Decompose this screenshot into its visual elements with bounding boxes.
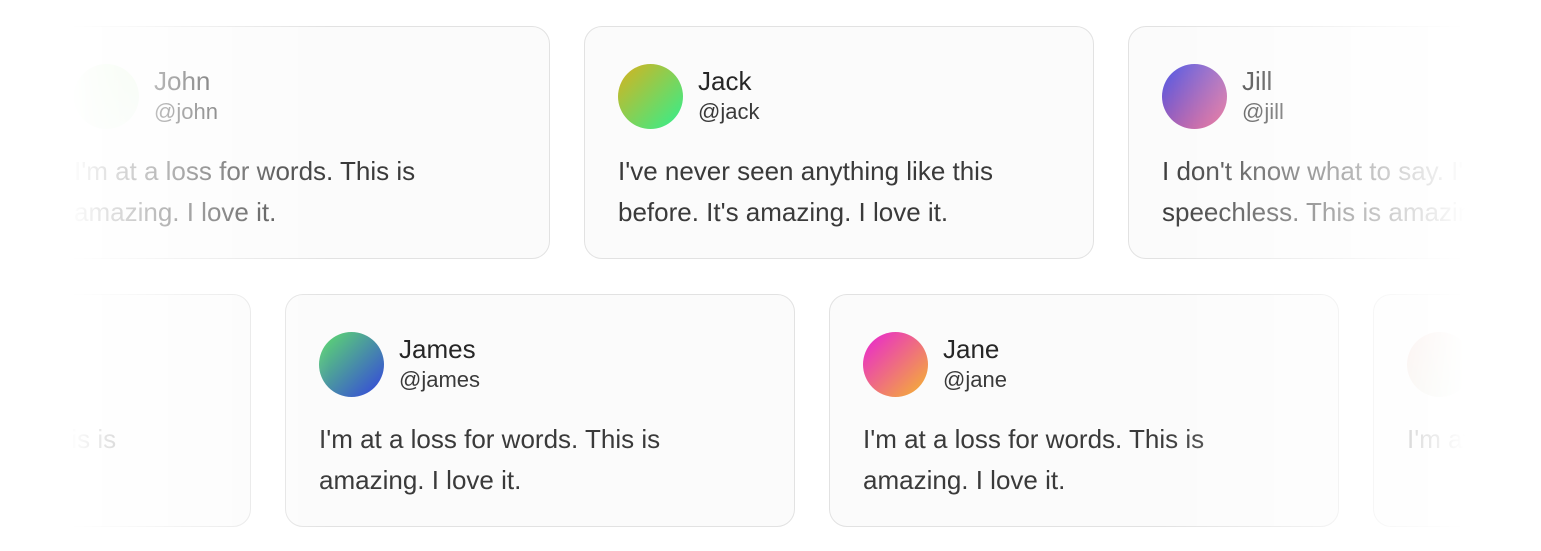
testimonial-text: I'm at a loss for words. This is amazing…	[319, 424, 661, 495]
card-header: James @james	[319, 331, 794, 397]
card-header	[1407, 331, 1533, 397]
card-header	[0, 331, 250, 397]
avatar	[618, 63, 683, 129]
user-identity: John @john	[154, 65, 218, 127]
card-header: Jill @jill	[1162, 63, 1541, 129]
user-name: Jack	[698, 66, 752, 96]
testimonial-card-james[interactable]: James @james I'm at a loss for words. Th…	[285, 294, 795, 527]
user-identity: James @james	[399, 333, 480, 395]
testimonial-card-left-partial[interactable]: I'm at a loss for words. This is amazing…	[0, 294, 251, 527]
user-handle: @jane	[943, 367, 1007, 392]
marquee-row-top: John @john I'm at a loss for words. This…	[0, 26, 1541, 261]
user-identity: Jack @jack	[698, 65, 759, 127]
testimonial-text: I'm at a loss for words. This is amazing…	[0, 424, 117, 454]
testimonial-card-right-partial[interactable]: I'm at a loss for words. This is amazing…	[1373, 294, 1533, 527]
user-handle: @john	[154, 99, 218, 124]
user-name: John	[154, 66, 211, 96]
avatar	[74, 63, 139, 129]
avatar	[319, 331, 384, 397]
testimonial-marquee: John @john I'm at a loss for words. This…	[0, 0, 1541, 551]
testimonial-card-jill[interactable]: Jill @jill I don't know what to say. I'm…	[1128, 26, 1541, 259]
card-header: Jack @jack	[618, 63, 1093, 129]
card-header: John @john	[74, 63, 549, 129]
testimonial-text: I'm at a loss for words. This is amazing…	[863, 424, 1205, 495]
user-handle: @jill	[1242, 99, 1284, 124]
avatar	[863, 331, 928, 397]
user-identity: Jane @jane	[943, 333, 1007, 395]
testimonial-text: I've never seen anything like this befor…	[618, 156, 993, 227]
testimonial-card-john[interactable]: John @john I'm at a loss for words. This…	[40, 26, 550, 259]
avatar	[1162, 63, 1227, 129]
user-handle: @jack	[698, 99, 760, 124]
testimonial-text: I'm at a loss for words. This is amazing…	[1407, 424, 1527, 454]
card-header: Jane @jane	[863, 331, 1338, 397]
marquee-row-bottom: I'm at a loss for words. This is amazing…	[0, 294, 1541, 529]
user-name: James	[399, 334, 476, 364]
testimonial-card-jane[interactable]: Jane @jane I'm at a loss for words. This…	[829, 294, 1339, 527]
user-name: Jane	[943, 334, 1000, 364]
user-handle: @james	[399, 367, 481, 392]
testimonial-text: I'm at a loss for words. This is amazing…	[74, 156, 416, 227]
user-identity: Jill @jill	[1242, 65, 1284, 127]
user-name: Jill	[1242, 66, 1273, 96]
testimonial-text: I don't know what to say. I'm speechless…	[1162, 156, 1494, 227]
avatar	[1407, 331, 1472, 397]
testimonial-card-jack[interactable]: Jack @jack I've never seen anything like…	[584, 26, 1094, 259]
